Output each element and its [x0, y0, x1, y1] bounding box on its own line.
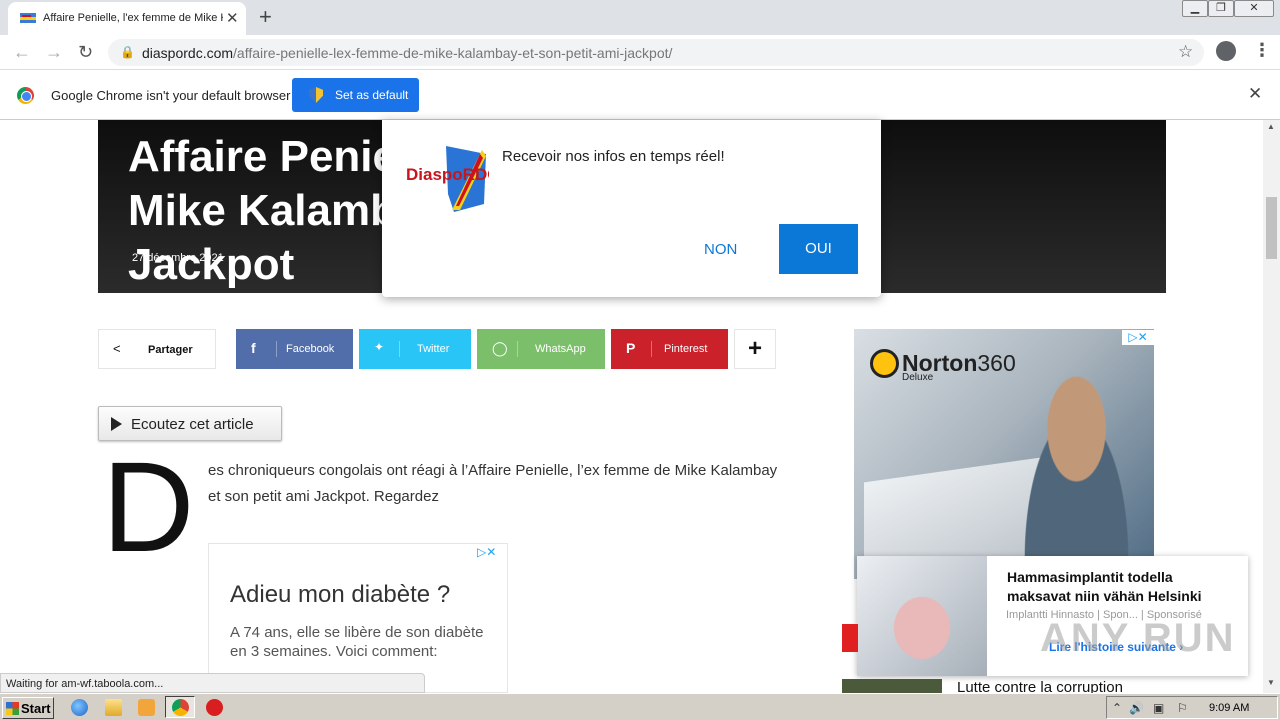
- recommendation-headline[interactable]: Hammasimplantit todella maksavat niin vä…: [1007, 568, 1237, 606]
- twitter-icon: ✦: [374, 340, 385, 354]
- popup-message: Recevoir nos infos en temps réel!: [502, 148, 725, 165]
- infobar-message: Google Chrome isn't your default browser: [51, 88, 291, 103]
- scroll-down-icon[interactable]: ▼: [1267, 678, 1275, 687]
- start-button[interactable]: Start: [2, 697, 54, 719]
- share-pinterest-button[interactable]: P Pinterest: [611, 329, 728, 369]
- article-date: 27 décembre 2021: [132, 252, 224, 264]
- adchoices-icon[interactable]: ▷✕: [1122, 330, 1154, 345]
- facebook-icon: f: [251, 340, 256, 356]
- share-icon: <: [113, 341, 121, 356]
- popup-yes-button[interactable]: OUI: [779, 224, 858, 274]
- ad-title: Adieu mon diabète ?: [230, 581, 451, 608]
- bookmark-star-icon[interactable]: ☆: [1178, 42, 1193, 62]
- share-label: Partager: [148, 344, 193, 356]
- status-bubble: Waiting for am-wf.taboola.com...: [0, 673, 425, 693]
- scrollbar-thumb[interactable]: [1266, 197, 1277, 259]
- share-pinterest-label: Pinterest: [664, 343, 708, 355]
- shield-icon: [309, 87, 323, 103]
- share-twitter-button[interactable]: ✦ Twitter: [359, 329, 471, 369]
- folder-icon[interactable]: [105, 699, 122, 716]
- set-as-default-button[interactable]: Set as default: [292, 78, 419, 112]
- flag-notification-icon[interactable]: ⚐: [1177, 701, 1188, 715]
- article-body: es chroniqueurs congolais ont réagi à l’…: [208, 462, 778, 505]
- reload-icon[interactable]: ↻: [78, 42, 93, 63]
- tray-expand-icon[interactable]: ⌃: [1112, 701, 1122, 715]
- inline-ad[interactable]: ▷✕ Adieu mon diabète ? A 74 ans, elle se…: [208, 543, 508, 693]
- norton-check-icon: [870, 349, 899, 378]
- system-tray: ⌃ 🔊 ▣ ⚐ 9:09 AM: [1106, 696, 1278, 719]
- listen-label: Ecoutez cet article: [131, 416, 254, 433]
- chrome-taskbar-icon: [172, 699, 189, 716]
- address-bar[interactable]: 🔒 diaspordc.com/affaire-penielle-lex-fem…: [108, 39, 1204, 66]
- volume-icon[interactable]: 🔊: [1129, 701, 1144, 715]
- internet-explorer-icon[interactable]: [71, 699, 88, 716]
- more-share-button[interactable]: +: [734, 329, 776, 369]
- share-label-box: < Partager: [98, 329, 216, 369]
- chrome-menu-icon[interactable]: ⋮: [1253, 40, 1271, 61]
- network-icon[interactable]: ▣: [1153, 701, 1164, 715]
- whatsapp-icon: ◯: [492, 340, 508, 356]
- share-twitter-label: Twitter: [417, 343, 450, 355]
- share-whatsapp-button[interactable]: ◯ WhatsApp: [477, 329, 605, 369]
- share-whatsapp-label: WhatsApp: [535, 343, 586, 355]
- norton-ad[interactable]: Norton360 Deluxe ▷✕: [854, 329, 1154, 593]
- drop-cap: D: [102, 436, 195, 579]
- share-facebook-button[interactable]: f Facebook: [236, 329, 353, 369]
- clock: 9:09 AM: [1209, 702, 1250, 714]
- restore-button[interactable]: ❐: [1208, 0, 1234, 17]
- media-player-icon[interactable]: [138, 699, 155, 716]
- ad-person-image: [1004, 359, 1149, 559]
- forward-arrow-icon[interactable]: →: [45, 42, 63, 63]
- anyrun-watermark: ANY RUN: [1040, 616, 1236, 660]
- play-icon: [111, 417, 122, 431]
- site-favicon-icon: [20, 13, 36, 23]
- next-article-thumbnail[interactable]: [842, 679, 942, 693]
- page-scrollbar[interactable]: ▲ ▼: [1263, 120, 1280, 693]
- back-arrow-icon[interactable]: ←: [13, 42, 31, 63]
- scroll-up-icon[interactable]: ▲: [1267, 122, 1275, 131]
- url-text: diaspordc.com/affaire-penielle-lex-femme…: [142, 45, 673, 61]
- pinterest-icon: P: [626, 340, 636, 356]
- browser-tab[interactable]: Affaire Penielle, l'ex femme de Mike K ✕: [8, 2, 246, 35]
- window-close-button[interactable]: ✕: [1234, 0, 1274, 17]
- minimize-button[interactable]: ▁: [1182, 0, 1208, 17]
- adchoices-icon[interactable]: ▷✕: [477, 545, 496, 559]
- tab-title: Affaire Penielle, l'ex femme de Mike K: [43, 12, 223, 24]
- windows-taskbar: Start ⌃ 🔊 ▣ ⚐ 9:09 AM: [0, 693, 1280, 720]
- infobar-close-icon[interactable]: ✕: [1248, 84, 1262, 104]
- norton-sub: Deluxe: [902, 372, 934, 383]
- windows-flag-icon: [6, 702, 19, 715]
- start-label: Start: [21, 701, 51, 716]
- svg-text:DiaspoRDC: DiaspoRDC: [406, 165, 489, 184]
- default-browser-infobar: Google Chrome isn't your default browser…: [0, 70, 1280, 120]
- recommendation-image: [857, 556, 987, 676]
- popup-no-button[interactable]: NON: [704, 241, 737, 258]
- share-facebook-label: Facebook: [286, 343, 335, 355]
- lock-icon: 🔒: [120, 45, 135, 59]
- profile-avatar-icon[interactable]: [1216, 41, 1236, 61]
- tab-strip: Affaire Penielle, l'ex femme de Mike K ✕…: [0, 0, 1280, 35]
- red-app-icon[interactable]: [206, 699, 223, 716]
- browser-toolbar: ← → ↻ 🔒 diaspordc.com/affaire-penielle-l…: [0, 35, 1280, 70]
- category-tag: [842, 624, 858, 652]
- diasporadc-logo: DiaspoRDC: [406, 146, 489, 212]
- taskbar-chrome-button[interactable]: [165, 696, 195, 718]
- notification-permission-popup: DiaspoRDC Recevoir nos infos en temps ré…: [382, 120, 881, 297]
- new-tab-button[interactable]: +: [259, 4, 272, 30]
- tab-close-icon[interactable]: ✕: [226, 9, 239, 27]
- ad-text: A 74 ans, elle se libère de son diabète …: [230, 624, 484, 660]
- set-as-default-label: Set as default: [335, 88, 409, 102]
- chrome-logo-icon: [17, 87, 34, 104]
